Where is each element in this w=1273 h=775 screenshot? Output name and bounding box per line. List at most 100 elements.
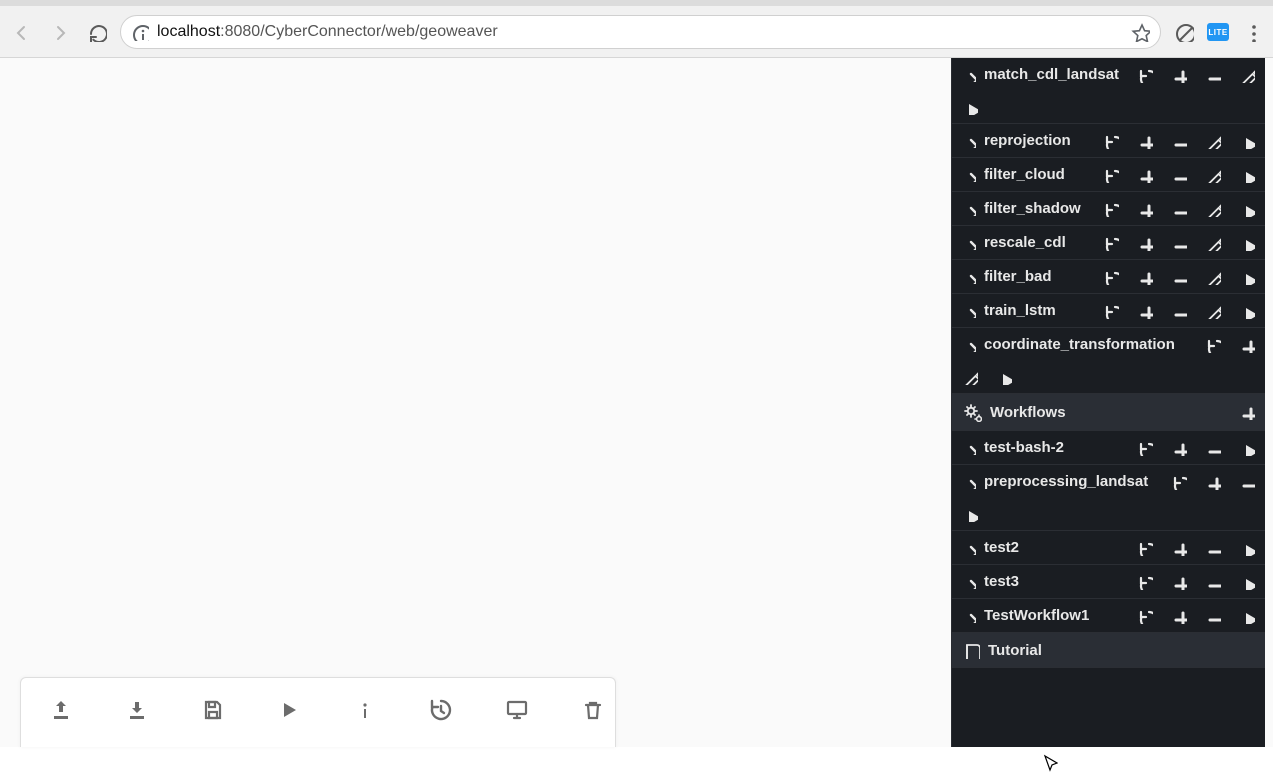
- add-icon[interactable]: [1171, 540, 1187, 556]
- play-icon[interactable]: [1239, 574, 1255, 590]
- book-icon: [962, 641, 980, 659]
- process-item[interactable]: train_lstm: [952, 294, 1265, 328]
- run-button[interactable]: [277, 698, 307, 728]
- add-icon[interactable]: [1171, 574, 1187, 590]
- process-actions: [1103, 133, 1255, 149]
- remove-icon[interactable]: [1171, 235, 1187, 251]
- remove-icon[interactable]: [1205, 440, 1221, 456]
- edit-icon[interactable]: [1205, 201, 1221, 217]
- add-workflow-icon[interactable]: [1239, 404, 1255, 420]
- history-icon[interactable]: [1103, 303, 1119, 319]
- add-icon[interactable]: [1171, 608, 1187, 624]
- history-icon[interactable]: [1171, 474, 1187, 490]
- address-bar[interactable]: localhost:8080/CyberConnector/web/geowea…: [120, 15, 1161, 49]
- upload-button[interactable]: [49, 698, 79, 728]
- edit-icon[interactable]: [1205, 167, 1221, 183]
- chevron-right-icon: [962, 541, 976, 555]
- monitor-button[interactable]: [505, 698, 535, 728]
- delete-button[interactable]: [581, 698, 611, 728]
- site-info-icon[interactable]: [131, 23, 149, 41]
- remove-icon[interactable]: [1171, 133, 1187, 149]
- history-icon[interactable]: [1103, 269, 1119, 285]
- tutorial-link[interactable]: Tutorial: [952, 633, 1265, 668]
- adblock-icon[interactable]: [1169, 17, 1199, 47]
- play-icon[interactable]: [1239, 133, 1255, 149]
- edit-icon[interactable]: [1205, 269, 1221, 285]
- play-icon[interactable]: [1239, 440, 1255, 456]
- edit-icon[interactable]: [1239, 67, 1255, 83]
- add-icon[interactable]: [1137, 269, 1153, 285]
- add-icon[interactable]: [1171, 440, 1187, 456]
- add-icon[interactable]: [1137, 303, 1153, 319]
- edit-icon[interactable]: [1205, 235, 1221, 251]
- workflow-item[interactable]: test3: [952, 565, 1265, 599]
- chrome-menu-icon[interactable]: [1237, 17, 1267, 47]
- remove-icon[interactable]: [1239, 474, 1255, 490]
- edit-icon[interactable]: [1205, 303, 1221, 319]
- process-item[interactable]: filter_bad: [952, 260, 1265, 294]
- lite-extension-badge[interactable]: LITE: [1207, 23, 1229, 41]
- gears-icon: [962, 402, 982, 422]
- history-icon[interactable]: [1103, 201, 1119, 217]
- remove-icon[interactable]: [1205, 574, 1221, 590]
- bookmark-star-icon[interactable]: [1130, 22, 1150, 42]
- add-icon[interactable]: [1239, 337, 1255, 353]
- forward-icon[interactable]: [44, 17, 74, 47]
- history-icon[interactable]: [1137, 540, 1153, 556]
- save-button[interactable]: [201, 698, 231, 728]
- process-actions: [1205, 337, 1255, 353]
- play-icon[interactable]: [962, 99, 978, 115]
- process-item[interactable]: coordinate_transformation: [952, 328, 1265, 394]
- workflow-label: test-bash-2: [984, 439, 1064, 456]
- add-icon[interactable]: [1137, 167, 1153, 183]
- history-icon[interactable]: [1103, 235, 1119, 251]
- process-item[interactable]: filter_cloud: [952, 158, 1265, 192]
- edit-icon[interactable]: [962, 369, 978, 385]
- remove-icon[interactable]: [1171, 201, 1187, 217]
- play-icon[interactable]: [1239, 235, 1255, 251]
- add-icon[interactable]: [1137, 235, 1153, 251]
- play-icon[interactable]: [1239, 201, 1255, 217]
- edit-icon[interactable]: [1205, 133, 1221, 149]
- workflow-item[interactable]: test-bash-2: [952, 431, 1265, 465]
- play-icon[interactable]: [1239, 540, 1255, 556]
- history-icon[interactable]: [1103, 133, 1119, 149]
- add-icon[interactable]: [1137, 201, 1153, 217]
- play-icon[interactable]: [1239, 269, 1255, 285]
- process-item[interactable]: filter_shadow: [952, 192, 1265, 226]
- history-icon[interactable]: [1137, 67, 1153, 83]
- info-button[interactable]: [353, 698, 383, 728]
- workflow-label: test3: [984, 573, 1019, 590]
- workflow-item[interactable]: preprocessing_landsat: [952, 465, 1265, 531]
- history-icon[interactable]: [1205, 337, 1221, 353]
- download-button[interactable]: [125, 698, 155, 728]
- play-icon[interactable]: [1239, 167, 1255, 183]
- play-icon[interactable]: [962, 506, 978, 522]
- remove-icon[interactable]: [1171, 303, 1187, 319]
- add-icon[interactable]: [1171, 67, 1187, 83]
- history-button[interactable]: [429, 698, 459, 728]
- process-item[interactable]: rescale_cdl: [952, 226, 1265, 260]
- workflow-item[interactable]: TestWorkflow1: [952, 599, 1265, 633]
- remove-icon[interactable]: [1171, 269, 1187, 285]
- play-icon[interactable]: [1239, 608, 1255, 624]
- remove-icon[interactable]: [1205, 540, 1221, 556]
- back-icon[interactable]: [6, 17, 36, 47]
- workflows-header[interactable]: Workflows: [952, 394, 1265, 431]
- remove-icon[interactable]: [1205, 608, 1221, 624]
- add-icon[interactable]: [1205, 474, 1221, 490]
- workflow-item[interactable]: test2: [952, 531, 1265, 565]
- add-icon[interactable]: [1137, 133, 1153, 149]
- reload-icon[interactable]: [82, 17, 112, 47]
- process-item[interactable]: match_cdl_landsat: [952, 58, 1265, 124]
- remove-icon[interactable]: [1171, 167, 1187, 183]
- process-label: rescale_cdl: [984, 234, 1066, 251]
- remove-icon[interactable]: [1205, 67, 1221, 83]
- history-icon[interactable]: [1137, 608, 1153, 624]
- play-icon[interactable]: [996, 369, 1012, 385]
- history-icon[interactable]: [1103, 167, 1119, 183]
- process-item[interactable]: reprojection: [952, 124, 1265, 158]
- play-icon[interactable]: [1239, 303, 1255, 319]
- history-icon[interactable]: [1137, 440, 1153, 456]
- history-icon[interactable]: [1137, 574, 1153, 590]
